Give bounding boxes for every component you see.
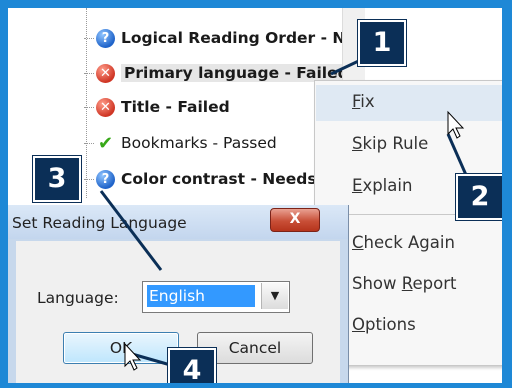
callout-badge-4: 4 bbox=[168, 348, 216, 383]
callout-badge-2: 2 bbox=[456, 174, 502, 220]
mouse-cursor-icon bbox=[447, 110, 465, 139]
callout-overlay bbox=[99, 56, 472, 371]
mouse-cursor-icon bbox=[124, 342, 142, 371]
screenshot-frame: ? Logical Reading Order - Ne ✕ Primary l… bbox=[8, 8, 502, 383]
callout-badge-1: 1 bbox=[358, 20, 406, 66]
callout-line-3 bbox=[99, 190, 163, 271]
callout-badge-3: 3 bbox=[33, 156, 81, 202]
